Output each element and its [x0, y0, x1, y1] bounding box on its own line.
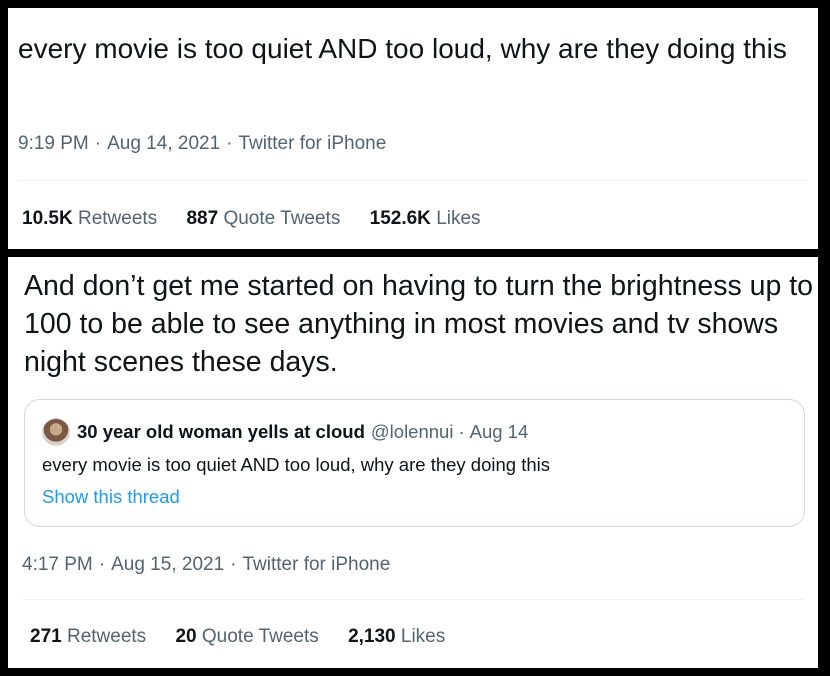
- show-thread-link[interactable]: Show this thread: [42, 486, 180, 508]
- quote-tweets-count: 887: [186, 208, 219, 229]
- tweet-meta: 9:19 PM · Aug 14, 2021 · Twitter for iPhone: [18, 133, 386, 155]
- likes-stat[interactable]: 2,130 Likes: [348, 626, 445, 648]
- tweet-source[interactable]: Twitter for iPhone: [238, 133, 386, 154]
- retweets-stat[interactable]: 10.5K Retweets: [22, 208, 157, 230]
- quote-tweets-stat[interactable]: 20 Quote Tweets: [175, 626, 318, 648]
- tweet-panel-quote: And don’t get me started on having to tu…: [8, 257, 818, 668]
- likes-label: Likes: [436, 208, 481, 229]
- quoted-author-name[interactable]: 30 year old woman yells at cloud: [77, 421, 365, 443]
- likes-count: 152.6K: [369, 208, 431, 229]
- tweet-date[interactable]: Aug 15, 2021: [111, 554, 224, 575]
- retweets-label: Retweets: [66, 626, 147, 647]
- retweets-stat[interactable]: 271 Retweets: [30, 626, 146, 648]
- quoted-tweet-text: every movie is too quiet AND too loud, w…: [42, 454, 550, 475]
- quote-tweets-count: 20: [175, 626, 197, 647]
- tweet-time[interactable]: 4:17 PM: [22, 554, 93, 575]
- meta-separator: ·: [230, 554, 237, 575]
- tweet-time[interactable]: 9:19 PM: [18, 133, 89, 154]
- screenshot-frame: every movie is too quiet AND too loud, w…: [0, 0, 830, 676]
- meta-separator: ·: [458, 421, 465, 442]
- tweet-stats: 10.5K Retweets 887 Quote Tweets 152.6K L…: [22, 208, 505, 230]
- tweet-source[interactable]: Twitter for iPhone: [242, 554, 390, 575]
- quote-tweets-stat[interactable]: 887 Quote Tweets: [186, 208, 340, 230]
- tweet-meta: 4:17 PM · Aug 15, 2021 · Twitter for iPhone: [22, 554, 390, 576]
- meta-separator: ·: [94, 133, 102, 154]
- quote-tweets-label: Quote Tweets: [201, 626, 319, 647]
- quoted-tweet-card[interactable]: 30 year old woman yells at cloud @lolenn…: [24, 399, 805, 527]
- quote-tweets-label: Quote Tweets: [223, 208, 341, 229]
- tweet-text: every movie is too quiet AND too loud, w…: [18, 33, 787, 64]
- avatar[interactable]: [42, 418, 70, 446]
- divider: [22, 599, 804, 600]
- tweet-text: And don’t get me started on having to tu…: [24, 270, 814, 378]
- tweet-stats: 271 Retweets 20 Quote Tweets 2,130 Likes: [30, 626, 469, 648]
- tweet-panel-original: every movie is too quiet AND too loud, w…: [8, 8, 818, 249]
- retweets-label: Retweets: [77, 208, 158, 229]
- likes-label: Likes: [400, 626, 446, 647]
- quoted-tweet-date[interactable]: Aug 14: [470, 421, 529, 443]
- quoted-tweet-header: 30 year old woman yells at cloud @lolenn…: [42, 418, 528, 446]
- retweets-count: 10.5K: [22, 208, 73, 229]
- retweets-count: 271: [30, 626, 62, 647]
- meta-separator: ·: [226, 133, 233, 154]
- likes-count: 2,130: [348, 626, 396, 647]
- meta-separator: ·: [98, 554, 106, 575]
- quoted-author-handle[interactable]: @lolennui: [371, 421, 454, 443]
- tweet-date[interactable]: Aug 14, 2021: [107, 133, 220, 154]
- likes-stat[interactable]: 152.6K Likes: [370, 208, 481, 230]
- divider: [18, 180, 808, 181]
